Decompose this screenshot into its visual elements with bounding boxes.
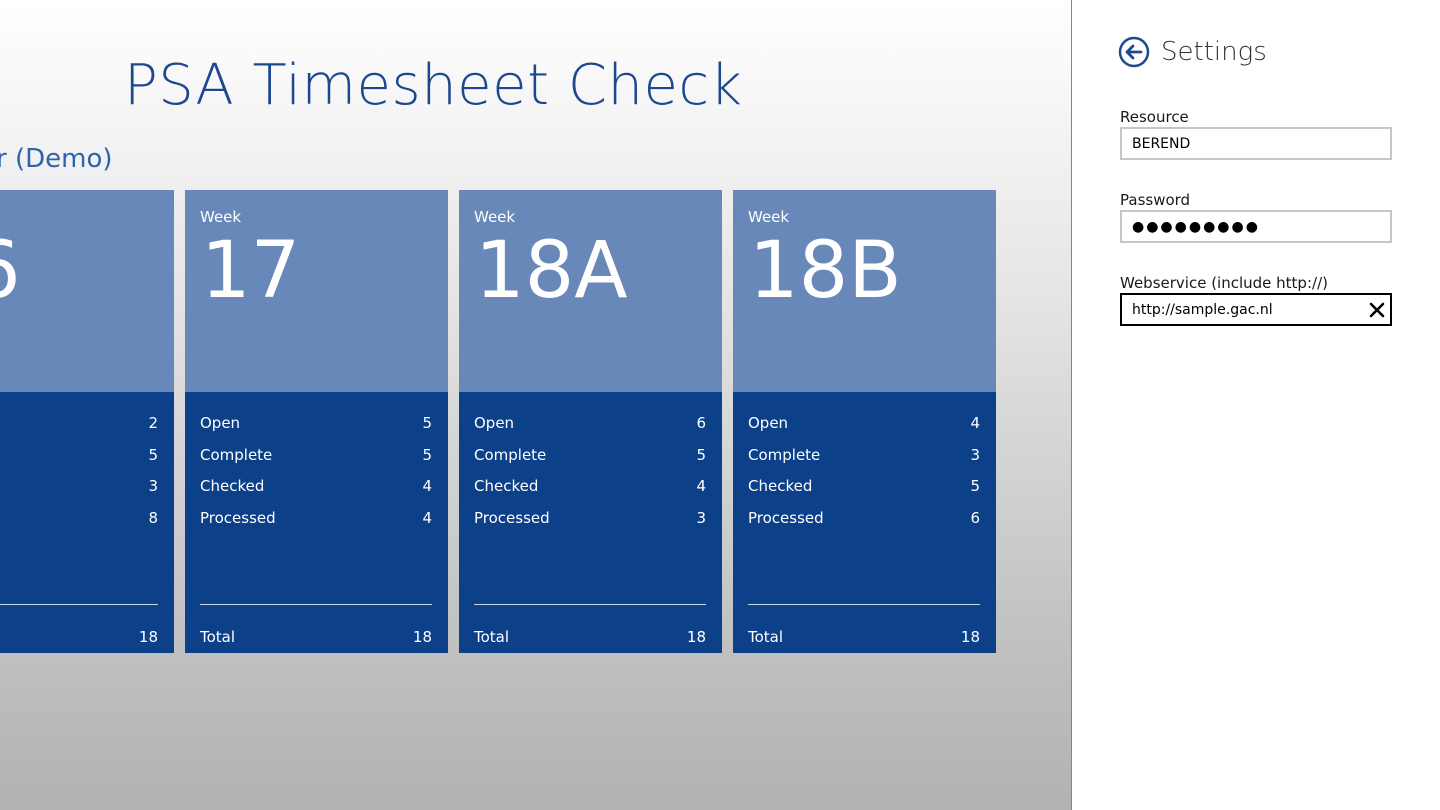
stat-label: Complete: [200, 446, 273, 464]
clear-x-icon: [1369, 302, 1385, 318]
stat-label: Checked: [200, 477, 265, 495]
back-arrow-circle-icon: [1118, 36, 1150, 68]
stat-value: 5: [696, 446, 706, 464]
week-number: 6: [0, 224, 21, 318]
stat-value: 8: [148, 509, 158, 527]
stat-row-processed: 8: [0, 507, 158, 529]
settings-title: Settings: [1161, 37, 1267, 67]
stat-row-processed: Processed 3: [474, 507, 706, 529]
total-label: Total: [474, 628, 510, 646]
stat-label: Complete: [748, 446, 821, 464]
stat-label: Open: [200, 414, 241, 432]
webservice-label: Webservice (include http://): [1120, 274, 1328, 292]
week-tile-header: Week 17: [185, 190, 448, 392]
stat-value: 5: [422, 446, 432, 464]
page-subtitle: er (Demo): [0, 144, 113, 174]
week-tile-header: Week 18B: [733, 190, 996, 392]
stats-divider: [474, 604, 706, 605]
stat-value: 2: [148, 414, 158, 432]
week-tile[interactable]: Week 17 Open 5 Complete 5 Checked 4 Process…: [185, 190, 448, 653]
stat-label: Open: [474, 414, 515, 432]
password-input[interactable]: [1120, 210, 1392, 243]
stat-label: Open: [748, 414, 789, 432]
week-tile[interactable]: Week 18A Open 6 Complete 5 Checked 4 Proces…: [459, 190, 722, 653]
week-number: 17: [201, 226, 301, 316]
stat-label: Processed: [200, 509, 276, 527]
week-tile[interactable]: 6 2 5 3 8 18: [0, 190, 174, 653]
password-label: Password: [1120, 191, 1191, 209]
stat-row-checked: 3: [0, 475, 158, 497]
stat-row-processed: Processed 6: [748, 507, 980, 529]
stat-label: Checked: [748, 477, 813, 495]
stat-value: 4: [970, 414, 980, 432]
total-value: 18: [412, 628, 432, 646]
total-label: Total: [748, 628, 784, 646]
settings-flyout: Settings Resource Password Webservice (i…: [1071, 0, 1440, 810]
main-view: PSA Timesheet Check er (Demo) 6 2 5 3 8 …: [0, 0, 1071, 810]
stats-divider: [200, 604, 432, 605]
stat-value: 3: [696, 509, 706, 527]
stat-row-complete: Complete 5: [200, 444, 432, 466]
stat-value: 3: [148, 477, 158, 495]
stats-divider: [0, 604, 158, 605]
week-number: 18B: [749, 226, 902, 316]
stat-row-open: 2: [0, 412, 158, 434]
stat-row-processed: Processed 4: [200, 507, 432, 529]
total-value: 18: [960, 628, 980, 646]
total-row: 18: [0, 626, 158, 648]
total-row: Total 18: [474, 626, 706, 648]
stat-label: Checked: [474, 477, 539, 495]
stats-divider: [748, 604, 980, 605]
stat-value: 3: [970, 446, 980, 464]
week-number: 18A: [475, 226, 628, 316]
stat-row-checked: Checked 4: [200, 475, 432, 497]
stat-row-checked: Checked 4: [474, 475, 706, 497]
week-tile-stats: Open 6 Complete 5 Checked 4 Processed 3 Tota…: [459, 392, 722, 653]
stat-label: Processed: [748, 509, 824, 527]
total-label: Total: [200, 628, 236, 646]
week-tile-stats: 2 5 3 8 18: [0, 392, 174, 653]
stat-value: 5: [148, 446, 158, 464]
stat-row-open: Open 4: [748, 412, 980, 434]
stat-value: 4: [696, 477, 706, 495]
total-value: 18: [686, 628, 706, 646]
stat-value: 4: [422, 477, 432, 495]
clear-input-button[interactable]: [1366, 299, 1388, 321]
week-tile-stats: Open 5 Complete 5 Checked 4 Processed 4 Tota…: [185, 392, 448, 653]
total-value: 18: [138, 628, 158, 646]
stat-row-open: Open 5: [200, 412, 432, 434]
back-button[interactable]: [1118, 36, 1150, 68]
total-row: Total 18: [748, 626, 980, 648]
resource-label: Resource: [1120, 108, 1189, 126]
stat-row-complete: Complete 5: [474, 444, 706, 466]
webservice-input[interactable]: [1120, 293, 1392, 326]
resource-input[interactable]: [1120, 127, 1392, 160]
stat-value: 6: [696, 414, 706, 432]
stat-label: Complete: [474, 446, 547, 464]
week-tile-header: Week 18A: [459, 190, 722, 392]
stat-row-checked: Checked 5: [748, 475, 980, 497]
stat-row-open: Open 6: [474, 412, 706, 434]
total-row: Total 18: [200, 626, 432, 648]
stat-value: 5: [970, 477, 980, 495]
stat-row-complete: Complete 3: [748, 444, 980, 466]
stat-row-complete: 5: [0, 444, 158, 466]
week-tile-stats: Open 4 Complete 3 Checked 5 Processed 6 Tota…: [733, 392, 996, 653]
page-title: PSA Timesheet Check: [124, 53, 743, 118]
stat-value: 6: [970, 509, 980, 527]
stat-value: 5: [422, 414, 432, 432]
week-tile[interactable]: Week 18B Open 4 Complete 3 Checked 5 Proces…: [733, 190, 996, 653]
stat-value: 4: [422, 509, 432, 527]
stat-label: Processed: [474, 509, 550, 527]
week-tile-header: 6: [0, 190, 174, 392]
